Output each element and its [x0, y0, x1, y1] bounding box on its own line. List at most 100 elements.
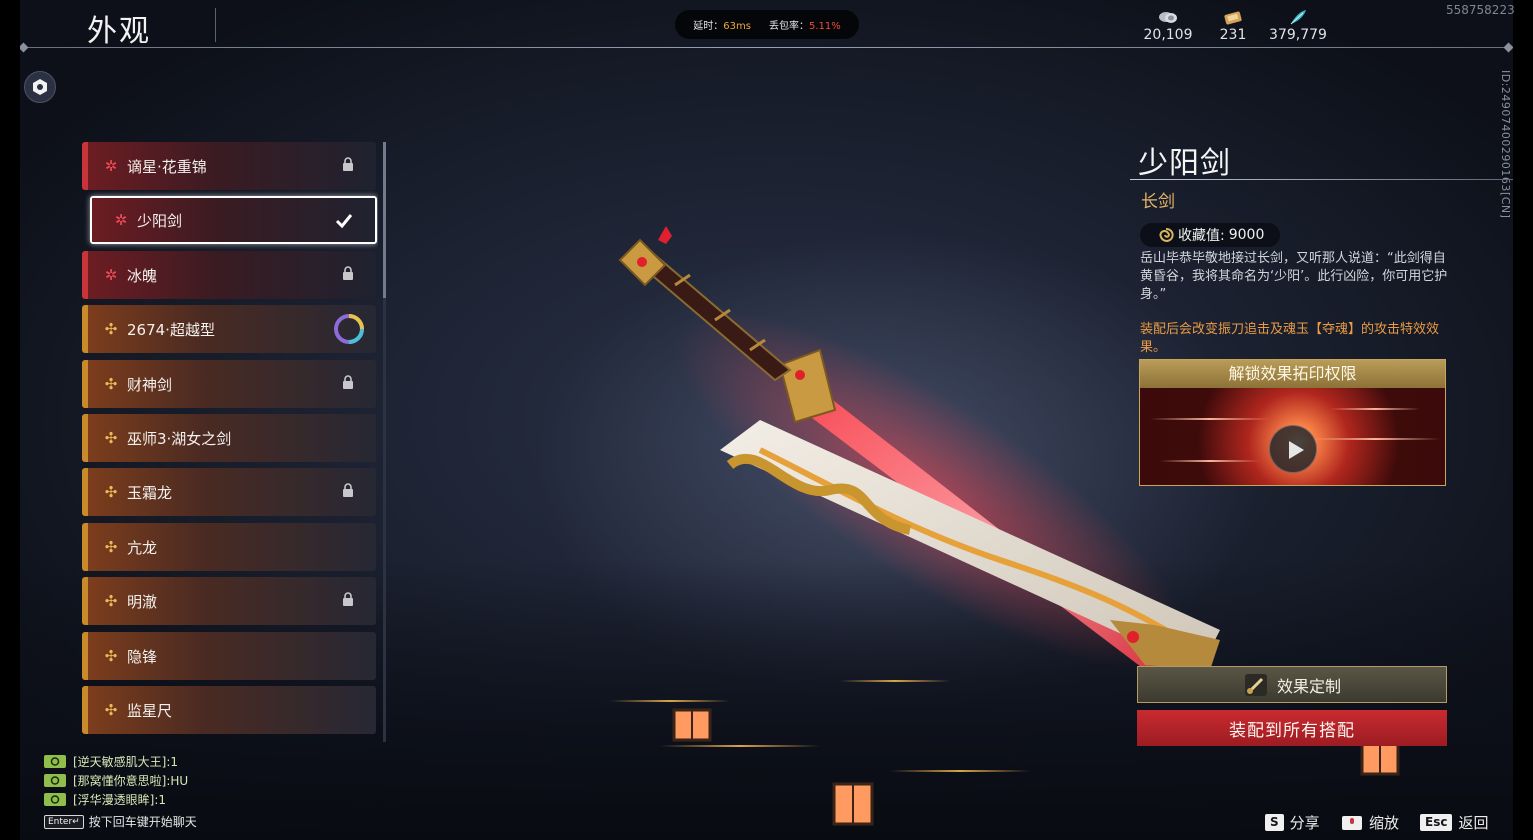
collection-label: 收藏值: [1178, 228, 1225, 244]
share-hotkey[interactable]: S 分享 [1265, 812, 1320, 833]
zoom-hotkey[interactable]: 缩放 [1341, 812, 1399, 833]
locked-status [342, 156, 354, 175]
chat-message-text: [那窝懂你意思啦]:HU [73, 774, 189, 788]
latency-label: 延时： [693, 21, 724, 32]
star-flower-icon: ✲ [104, 266, 118, 284]
cross-flower-icon: ✣ [104, 375, 118, 393]
chat-channel-icon [44, 774, 66, 787]
video-title: 解锁效果拓印权限 [1140, 360, 1445, 388]
water-ripple [890, 770, 1030, 772]
settings-button[interactable] [24, 71, 56, 103]
network-status: 延时：63ms 丢包率：5.11% [675, 10, 859, 39]
skin-name: 冰魄 [127, 266, 158, 285]
chat-message-text: [逆天敏感肌大王]:1 [73, 755, 179, 769]
skin-row-selected[interactable]: ✲ 少阳剑 [90, 196, 377, 244]
skin-name: 谪星·花重锦 [127, 157, 207, 176]
header-divider [22, 47, 1512, 48]
back-label: 返回 [1458, 814, 1489, 832]
equip-all-button[interactable]: 装配到所有搭配 [1137, 710, 1447, 746]
collection-value: 9000 [1228, 227, 1265, 243]
locked-status [342, 265, 354, 284]
divider-ornament [20, 42, 29, 53]
star-flower-icon: ✲ [104, 157, 118, 175]
cross-flower-icon: ✣ [104, 320, 118, 338]
lantern-icon [832, 782, 874, 826]
detail-divider [1130, 179, 1513, 180]
spiral-icon [1159, 227, 1174, 242]
collection-value-badge: 收藏值: 9000 [1140, 223, 1280, 247]
chat-input-hint[interactable]: Enter↵ 按下回车键开始聊天 [44, 813, 197, 830]
latency-value: 63ms [723, 21, 751, 32]
item-description: 岳山毕恭毕敬地接过长剑，又听那人说道：“此剑得自黄昏谷，我将其命名为‘少阳’。此… [1140, 251, 1448, 302]
locked-status [342, 591, 354, 610]
share-key: S [1265, 814, 1284, 831]
mouse-wheel-icon [1342, 815, 1362, 830]
play-button[interactable] [1269, 425, 1317, 473]
skin-row[interactable]: ✣ 2674·超越型 [82, 305, 376, 353]
locked-status [342, 482, 354, 501]
skin-name: 玉霜龙 [127, 483, 173, 502]
video-thumbnail [1140, 388, 1445, 485]
effect-preview-video[interactable]: 解锁效果拓印权限 [1139, 359, 1446, 486]
lock-icon [343, 483, 353, 497]
divider-ornament [1503, 42, 1513, 53]
currency-value: 379,779 [1269, 27, 1327, 43]
cross-flower-icon: ✣ [104, 483, 118, 501]
special-status [332, 312, 366, 350]
chat-channel-icon [44, 755, 66, 768]
skin-name: 少阳剑 [137, 211, 183, 230]
lantern-icon [672, 708, 712, 742]
skin-row[interactable]: ✣ 财神剑 [82, 360, 376, 408]
chat-message-text: [浮华漫透眼眸]:1 [73, 793, 167, 807]
packet-loss-label: 丢包率： [768, 21, 809, 32]
item-effect-note: 装配后会改变振刀追击及魂玉【夺魂】的攻击特效效果。 [1140, 322, 1440, 355]
title-divider [215, 8, 216, 42]
chat-message[interactable]: [那窝懂你意思啦]:HU [44, 772, 188, 789]
cross-flower-icon: ✣ [104, 538, 118, 556]
chat-message[interactable]: [逆天敏感肌大王]:1 [44, 753, 178, 770]
server-id: ID:249074002901​63[CN] [1499, 70, 1512, 219]
hexagon-settings-icon [33, 79, 47, 95]
chat-hint-text: 按下回车键开始聊天 [88, 815, 197, 829]
lock-icon [343, 266, 353, 280]
skin-row[interactable]: ✲ 谪星·花重锦 [82, 142, 376, 190]
skin-row[interactable]: ✣ 巫师3·湖女之剑 [82, 414, 376, 462]
play-icon [1289, 441, 1304, 459]
cross-flower-icon: ✣ [104, 647, 118, 665]
skin-name: 明澈 [127, 592, 158, 611]
skin-row[interactable]: ✣ 监星尺 [82, 686, 376, 734]
player-uid: 558758223 [1446, 3, 1515, 17]
skin-row[interactable]: ✣ 玉霜龙 [82, 468, 376, 516]
cross-flower-icon: ✣ [104, 701, 118, 719]
feather-icon [1290, 10, 1306, 25]
back-hotkey[interactable]: Esc 返回 [1420, 812, 1488, 833]
brush-icon [1244, 673, 1267, 696]
effect-customize-label: 效果定制 [1276, 676, 1341, 696]
list-scroll-thumb[interactable] [383, 142, 386, 298]
ticket-icon [1224, 11, 1242, 25]
skin-row[interactable]: ✣ 明澈 [82, 577, 376, 625]
skin-name: 巫师3·湖女之剑 [127, 429, 232, 448]
skin-row[interactable]: ✣ 亢龙 [82, 523, 376, 571]
currency-feathers[interactable]: 379,779 [1258, 8, 1338, 43]
light-streak [1330, 408, 1420, 410]
skin-name: 亢龙 [127, 538, 158, 557]
esc-key: Esc [1420, 814, 1453, 831]
skin-row[interactable]: ✲ 冰魄 [82, 251, 376, 299]
chat-channel-icon [44, 793, 66, 806]
skin-list[interactable]: ✲ 谪星·花重锦 ✲ 少阳剑 ✲ 冰魄 ✣ 2674·超越型 ✣ 财神剑 ✣ 巫师3·湖女之剑 ✣ 玉霜龙… [82, 142, 378, 746]
effect-customize-button[interactable]: 效果定制 [1137, 666, 1447, 703]
skin-name: 监星尺 [127, 701, 173, 720]
lock-icon [343, 157, 353, 171]
chat-message[interactable]: [浮华漫透眼眸]:1 [44, 791, 166, 808]
item-type: 长剑 [1141, 192, 1175, 212]
skin-row[interactable]: ✣ 隐锋 [82, 632, 376, 680]
packet-loss-value: 5.11% [808, 21, 841, 32]
equipped-status [335, 213, 353, 233]
skin-name: 隐锋 [127, 647, 158, 666]
cross-flower-icon: ✣ [104, 592, 118, 610]
skin-name: 财神剑 [127, 375, 173, 394]
check-icon [335, 214, 353, 229]
light-streak [1160, 460, 1260, 462]
skin-name: 2674·超越型 [127, 320, 215, 339]
